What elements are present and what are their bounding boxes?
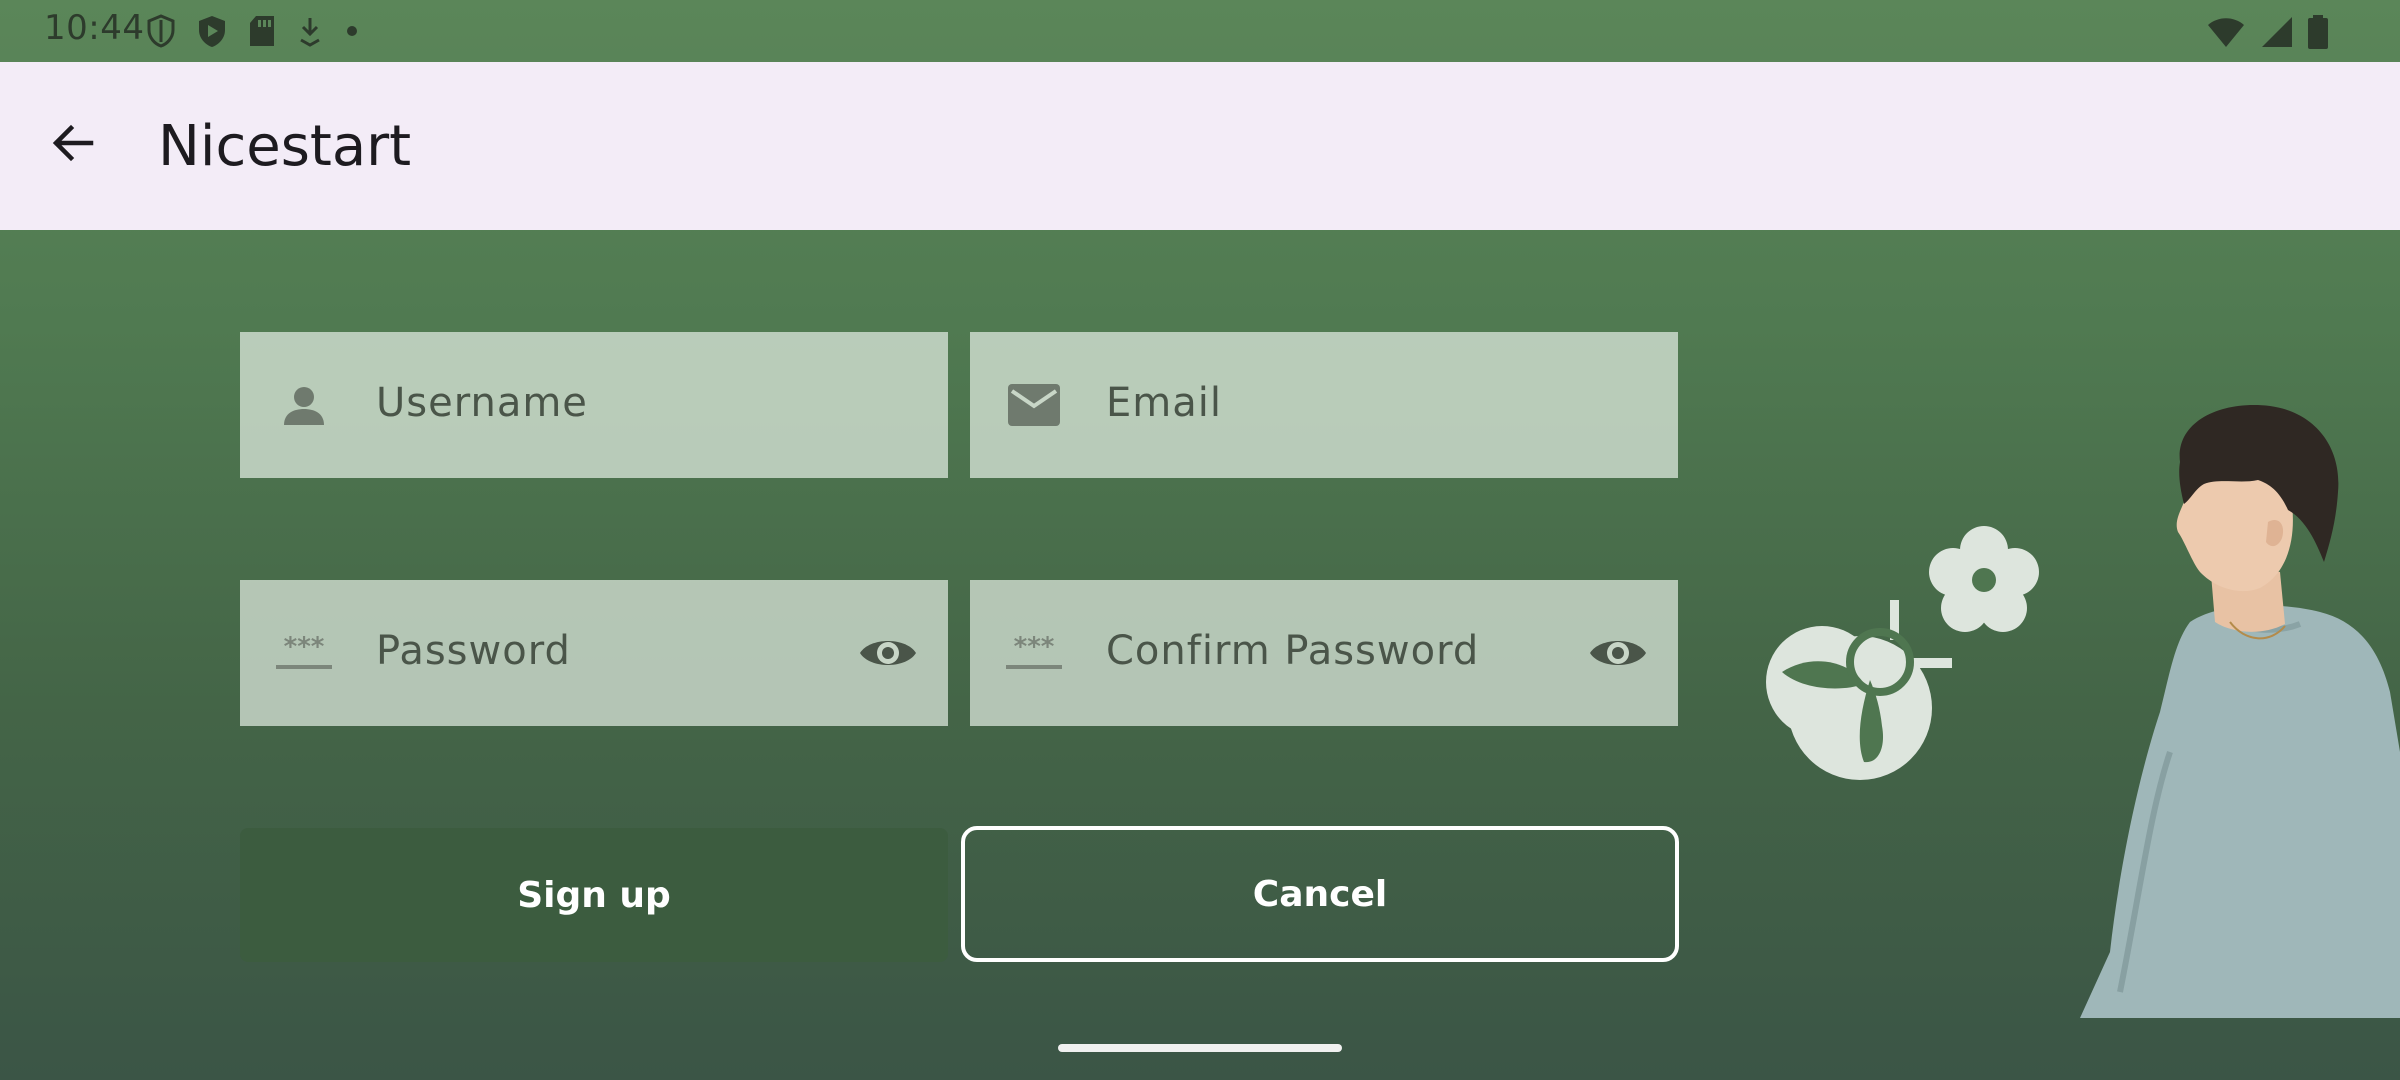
status-left-icons xyxy=(146,14,360,48)
person-icon xyxy=(274,375,334,435)
arrow-back-icon xyxy=(47,117,99,173)
svg-text:***: *** xyxy=(284,633,325,662)
svg-text:***: *** xyxy=(1014,633,1055,662)
password-placeholder: Password xyxy=(376,628,571,674)
password-icon: *** xyxy=(274,623,334,683)
signup-button[interactable]: Sign up xyxy=(240,828,948,962)
person-photo xyxy=(2080,405,2400,1018)
eye-icon[interactable] xyxy=(1588,625,1648,681)
back-button[interactable] xyxy=(40,112,106,178)
home-indicator[interactable] xyxy=(1058,1044,1342,1052)
app-title: Nicestart xyxy=(158,114,412,179)
shield-icon xyxy=(146,14,176,48)
email-field[interactable]: Email xyxy=(970,332,1678,478)
mail-icon xyxy=(1004,375,1064,435)
password-field[interactable]: *** Password xyxy=(240,580,948,726)
bee-flower-illustration xyxy=(1766,526,2039,780)
eye-icon[interactable] xyxy=(858,625,918,681)
cancel-button[interactable]: Cancel xyxy=(961,826,1679,962)
password-icon: *** xyxy=(1004,623,1064,683)
wifi-icon xyxy=(2206,15,2246,53)
app-bar: Nicestart xyxy=(0,62,2400,230)
confirm-password-placeholder: Confirm Password xyxy=(1106,628,1480,674)
signup-button-label: Sign up xyxy=(517,874,671,916)
username-placeholder: Username xyxy=(376,380,588,426)
status-bar: 10:44 xyxy=(0,0,2400,62)
status-time: 10:44 xyxy=(44,8,145,48)
sd-card-icon xyxy=(248,14,276,48)
dot-icon xyxy=(344,14,360,48)
confirm-password-field[interactable]: *** Confirm Password xyxy=(970,580,1678,726)
status-right-icons xyxy=(2206,14,2330,54)
download-icon xyxy=(296,14,324,48)
signal-icon xyxy=(2258,15,2294,53)
username-field[interactable]: Username xyxy=(240,332,948,478)
email-placeholder: Email xyxy=(1106,380,1222,426)
play-protect-icon xyxy=(196,14,228,48)
battery-icon xyxy=(2306,14,2330,54)
cancel-button-label: Cancel xyxy=(1252,873,1388,915)
